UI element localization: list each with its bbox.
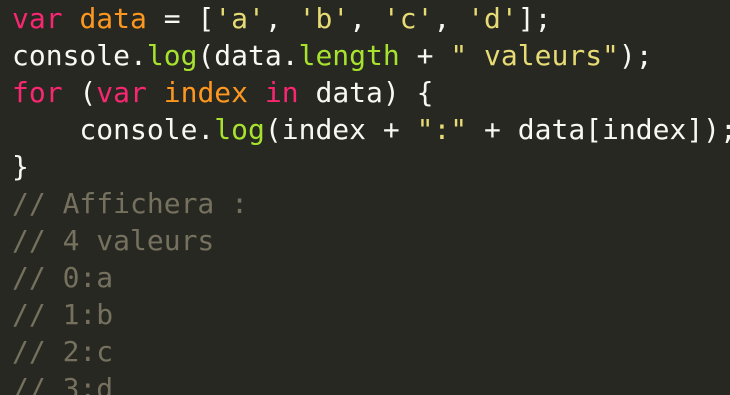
keyword-token: var bbox=[96, 76, 147, 109]
code-line: // 0:a bbox=[12, 259, 730, 296]
code-token: data) { bbox=[298, 76, 434, 109]
string-token: 'a' bbox=[214, 2, 265, 35]
code-token: = [ bbox=[146, 2, 215, 35]
code-token: } bbox=[12, 150, 29, 183]
keyword-token: for bbox=[12, 76, 63, 109]
identifier-token: index bbox=[163, 76, 249, 109]
code-line: console.log(data.length + " valeurs"); bbox=[12, 37, 730, 74]
code-line: // 1:b bbox=[12, 296, 730, 333]
code-line: // 4 valeurs bbox=[12, 222, 730, 259]
comment-token: // 1:b bbox=[12, 298, 114, 331]
code-token: , bbox=[433, 2, 468, 35]
code-token: ); bbox=[618, 39, 653, 72]
comment-token: // 2:c bbox=[12, 335, 114, 368]
string-token: ":" bbox=[416, 113, 468, 146]
code-token: , bbox=[264, 2, 299, 35]
string-token: 'c' bbox=[382, 2, 434, 35]
code-token: + bbox=[399, 39, 451, 72]
code-line: console.log(index + ":" + data[index]); bbox=[12, 111, 730, 148]
keyword-token: var bbox=[12, 2, 63, 35]
string-token: 'b' bbox=[298, 2, 350, 35]
comment-token: // 4 valeurs bbox=[12, 224, 215, 257]
string-token: " valeurs" bbox=[450, 39, 619, 72]
function-token: length bbox=[298, 39, 400, 72]
code-line: // Affichera : bbox=[12, 185, 730, 222]
code-line: } bbox=[12, 148, 730, 185]
comment-token: // 0:a bbox=[12, 261, 114, 294]
code-token: (data. bbox=[197, 39, 299, 72]
code-line: var data = ['a', 'b', 'c', 'd']; bbox=[12, 0, 730, 37]
code-token: + data[index]); bbox=[467, 113, 730, 146]
code-token: ]; bbox=[517, 2, 552, 35]
comment-token: // 3:d bbox=[12, 372, 114, 395]
function-token: log bbox=[214, 113, 265, 146]
string-token: 'd' bbox=[467, 2, 518, 35]
keyword-token: in bbox=[264, 76, 299, 109]
code-token: console. bbox=[12, 39, 147, 72]
comment-token: // Affichera : bbox=[12, 187, 249, 220]
identifier-token: data bbox=[79, 2, 147, 35]
code-token: ( bbox=[62, 76, 97, 109]
code-line: // 3:d bbox=[12, 370, 730, 395]
function-token: log bbox=[146, 39, 198, 72]
code-editor: var data = ['a', 'b', 'c', 'd']; console.… bbox=[12, 0, 730, 395]
code-line: for (var index in data) { bbox=[12, 74, 730, 111]
code-token: console. bbox=[12, 113, 215, 146]
code-token: , bbox=[349, 2, 383, 35]
code-token: (index + bbox=[264, 113, 417, 146]
code-line: // 2:c bbox=[12, 333, 730, 370]
